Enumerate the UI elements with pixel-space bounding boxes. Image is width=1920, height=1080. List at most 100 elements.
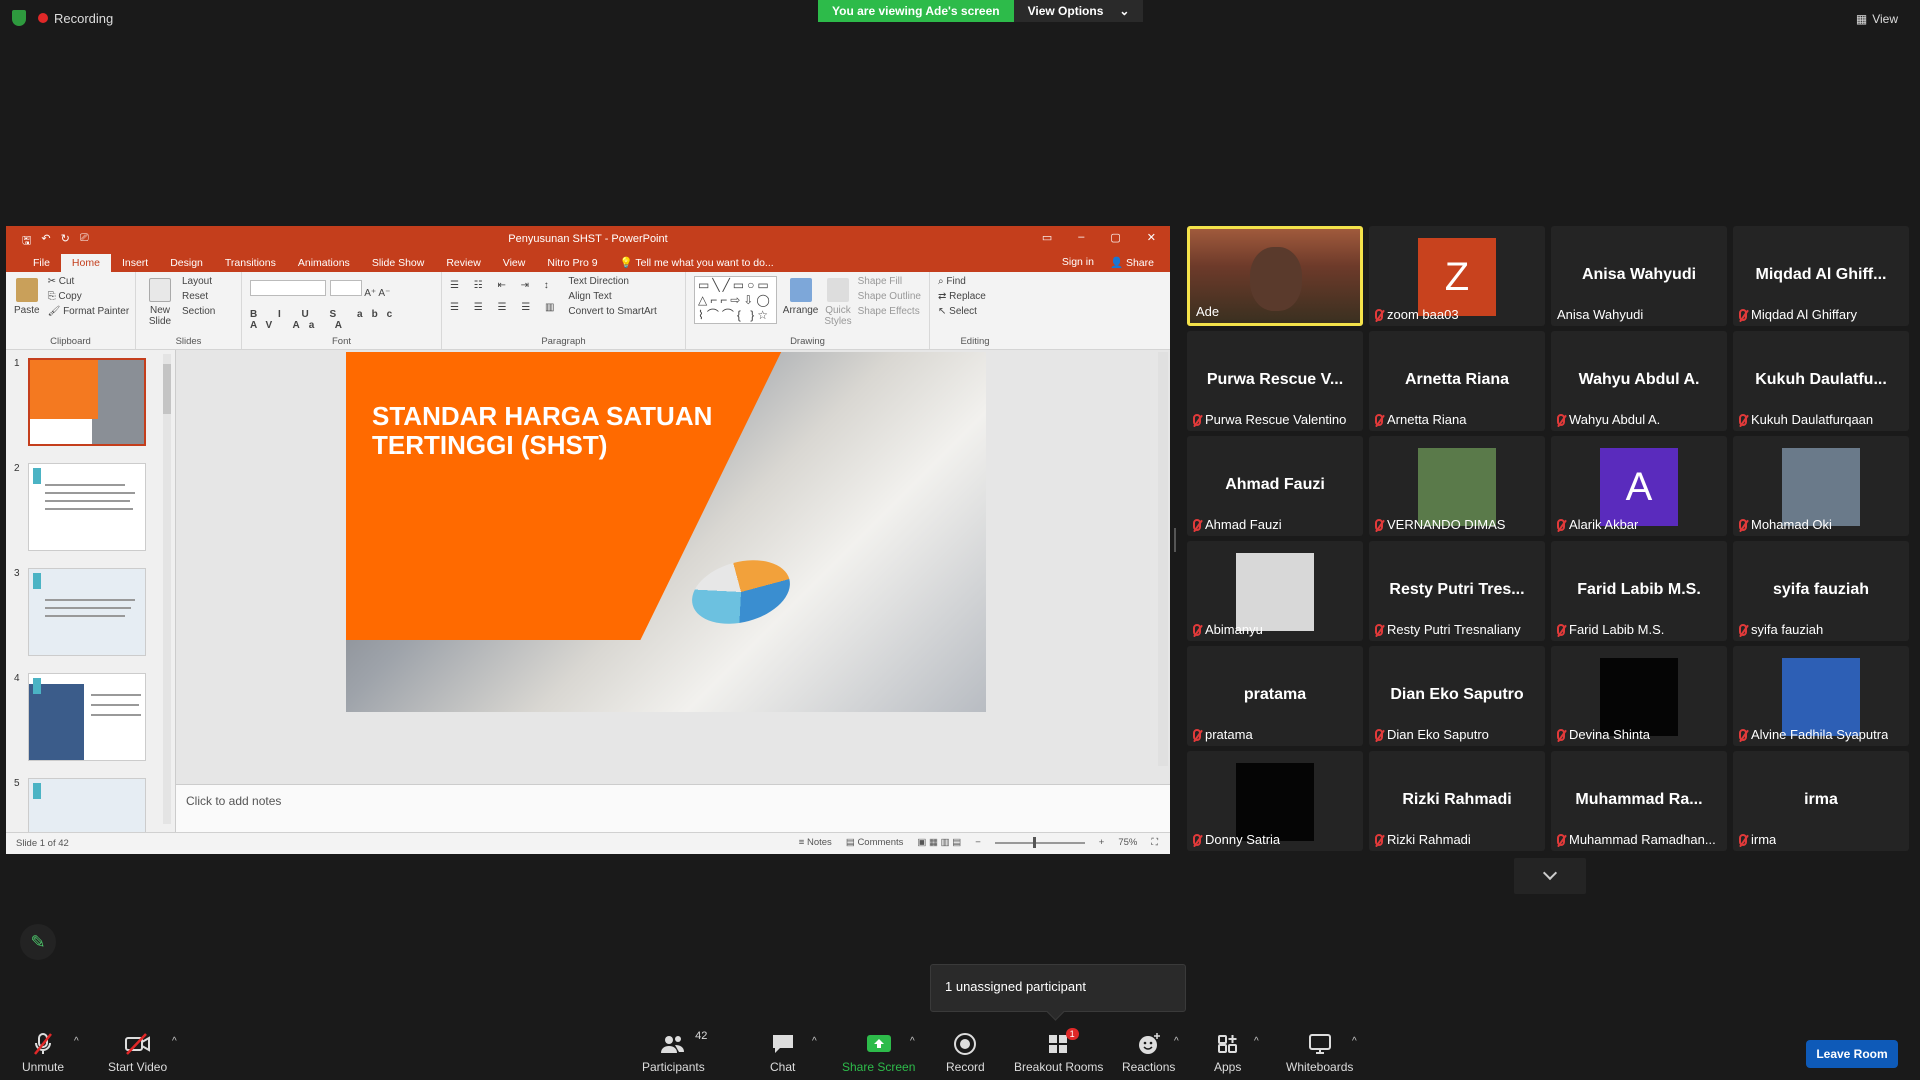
participant-tile[interactable]: VERNANDO DIMAS — [1369, 436, 1545, 536]
chat-button[interactable]: Chat — [770, 1032, 795, 1074]
close-icon[interactable]: ✕ — [1147, 231, 1156, 244]
tell-me-search[interactable]: 💡 Tell me what you want to do... — [609, 253, 785, 272]
fit-slide-icon[interactable]: ⛶ — [1151, 837, 1158, 848]
tab-file[interactable]: File — [22, 254, 61, 272]
apps-button[interactable]: Apps — [1214, 1032, 1241, 1074]
tab-slide-show[interactable]: Slide Show — [361, 254, 436, 272]
slide-thumbnail[interactable] — [27, 673, 146, 761]
tab-view[interactable]: View — [492, 254, 537, 272]
font-format-buttons[interactable]: B I U S abc AV Aa A — [250, 309, 433, 331]
chat-options-caret[interactable]: ^ — [812, 1036, 817, 1047]
participant-tile[interactable]: Wahyu Abdul A. Wahyu Abdul A. — [1551, 331, 1727, 431]
participant-tile[interactable]: Kukuh Daulatfu... Kukuh Daulatfurqaan — [1733, 331, 1909, 431]
scroll-thumb[interactable] — [163, 364, 171, 414]
thumbnail-row[interactable]: 1 — [6, 350, 175, 455]
shape-effects-button[interactable]: Shape Effects — [858, 306, 921, 317]
tab-insert[interactable]: Insert — [111, 254, 159, 272]
slide-thumbnail[interactable] — [27, 358, 146, 446]
participant-tile[interactable]: Ade — [1187, 226, 1363, 326]
slide-thumbnails-pane[interactable]: 1 2 3 4 5 — [6, 350, 176, 832]
participant-tile[interactable]: irma irma — [1733, 751, 1909, 851]
replace-button[interactable]: ⇄ Replace — [938, 291, 1012, 302]
find-button[interactable]: ⌕ Find — [938, 276, 1012, 287]
thumbnail-row[interactable]: 2 — [6, 455, 175, 560]
shape-fill-button[interactable]: Shape Fill — [858, 276, 921, 287]
notes-toggle[interactable]: ≡ Notes — [799, 837, 832, 848]
format-painter-button[interactable]: 🖌 Format Painter — [48, 306, 130, 317]
shared-screen-powerpoint[interactable]: 🖫 ↶ ↻ ⎚ Penyusunan SHST - PowerPoint ▭ –… — [6, 226, 1170, 854]
reactions-options-caret[interactable]: ^ — [1174, 1036, 1179, 1047]
ribbon-display-icon[interactable]: ▭ — [1042, 231, 1052, 244]
share-button[interactable]: 👤 Share — [1110, 256, 1154, 269]
tab-animations[interactable]: Animations — [287, 254, 361, 272]
font-size-field[interactable] — [330, 280, 362, 296]
slide-thumbnail[interactable] — [27, 778, 146, 832]
minimize-icon[interactable]: – — [1078, 231, 1084, 244]
thumbnail-row[interactable]: 5 — [6, 770, 175, 832]
annotate-pen-button[interactable]: ✎ — [20, 924, 56, 960]
reset-button[interactable]: Reset — [182, 291, 215, 302]
audio-options-caret[interactable]: ^ — [74, 1036, 79, 1047]
slide-title[interactable]: STANDAR HARGA SATUAN TERTINGGI (SHST) — [372, 402, 772, 459]
notes-pane[interactable]: Click to add notes — [176, 784, 1170, 832]
participant-tile[interactable]: Rizki Rahmadi Rizki Rahmadi — [1369, 751, 1545, 851]
section-button[interactable]: Section — [182, 306, 215, 317]
whiteboards-options-caret[interactable]: ^ — [1352, 1036, 1357, 1047]
select-button[interactable]: ↖ Select — [938, 306, 1012, 317]
unmute-button[interactable]: Unmute — [22, 1032, 64, 1074]
slide-thumbnail[interactable] — [27, 463, 146, 551]
participants-button[interactable]: 42 Participants — [642, 1030, 707, 1074]
zoom-in-icon[interactable]: + — [1099, 837, 1105, 848]
cut-button[interactable]: ✂ Cut — [48, 276, 130, 287]
participant-tile[interactable]: Anisa Wahyudi Anisa Wahyudi — [1551, 226, 1727, 326]
participant-tile[interactable]: Alvine Fadhila Syaputra — [1733, 646, 1909, 746]
comments-toggle[interactable]: ▤ Comments — [846, 837, 904, 848]
thumbnail-row[interactable]: 4 — [6, 665, 175, 770]
share-options-caret[interactable]: ^ — [910, 1036, 915, 1047]
convert-smartart-button[interactable]: Convert to SmartArt — [568, 306, 656, 317]
gallery-next-page-button[interactable] — [1514, 858, 1586, 894]
participant-tile[interactable]: Muhammad Ra... Muhammad Ramadhan... — [1551, 751, 1727, 851]
font-name-field[interactable] — [250, 280, 326, 296]
tab-home[interactable]: Home — [60, 254, 111, 272]
grow-font-icon[interactable]: A⁺ A⁻ — [364, 288, 390, 299]
record-button[interactable]: Record — [946, 1032, 985, 1074]
tab-design[interactable]: Design — [159, 254, 214, 272]
participant-tile[interactable]: Ahmad Fauzi Ahmad Fauzi — [1187, 436, 1363, 536]
zoom-out-icon[interactable]: − — [975, 837, 981, 848]
zoom-slider[interactable] — [994, 836, 1085, 848]
participant-tile[interactable]: Purwa Rescue V... Purwa Rescue Valentino — [1187, 331, 1363, 431]
copy-button[interactable]: ⎘ Copy — [48, 291, 130, 302]
view-buttons[interactable]: ▣ ▦ ▥ ▤ — [917, 837, 961, 848]
view-button[interactable]: ▦ View — [1856, 12, 1898, 26]
participant-tile[interactable]: syifa fauziah syifa fauziah — [1733, 541, 1909, 641]
video-options-caret[interactable]: ^ — [172, 1036, 177, 1047]
undo-icon[interactable]: ↶ — [41, 232, 50, 251]
thumbnail-scrollbar[interactable] — [163, 354, 171, 824]
shield-icon[interactable] — [12, 10, 26, 26]
participant-tile[interactable]: Resty Putri Tres... Resty Putri Tresnalia… — [1369, 541, 1545, 641]
participant-tile[interactable]: Donny Satria — [1187, 751, 1363, 851]
tab-transitions[interactable]: Transitions — [214, 254, 287, 272]
participant-tile[interactable]: Mohamad Oki — [1733, 436, 1909, 536]
participant-tile[interactable]: Abimanyu — [1187, 541, 1363, 641]
split-divider-handle[interactable] — [1174, 528, 1176, 552]
view-options-button[interactable]: View Options ⌄ — [1013, 0, 1144, 22]
editor-scrollbar[interactable] — [1158, 352, 1168, 766]
slide-thumbnail[interactable] — [27, 568, 146, 656]
start-video-button[interactable]: Start Video — [108, 1032, 167, 1074]
participant-tile[interactable]: Farid Labib M.S. Farid Labib M.S. — [1551, 541, 1727, 641]
slide-canvas[interactable]: STANDAR HARGA SATUAN TERTINGGI (SHST) — [346, 352, 986, 712]
recording-indicator[interactable]: Recording — [12, 10, 113, 26]
sign-in-link[interactable]: Sign in — [1062, 256, 1094, 269]
align-text-button[interactable]: Align Text — [568, 291, 656, 302]
shapes-gallery[interactable]: ▭╲╱▭○▭ △⌐⌐⇨⇩◯ ⌇⌒⌒{ }☆ — [694, 276, 777, 324]
shape-outline-button[interactable]: Shape Outline — [858, 291, 921, 302]
slide-editor[interactable]: STANDAR HARGA SATUAN TERTINGGI (SHST) Cl… — [176, 350, 1170, 832]
layout-button[interactable]: Layout — [182, 276, 215, 287]
thumbnail-row[interactable]: 3 — [6, 560, 175, 665]
apps-options-caret[interactable]: ^ — [1254, 1036, 1259, 1047]
participant-tile[interactable]: Dian Eko Saputro Dian Eko Saputro — [1369, 646, 1545, 746]
leave-room-button[interactable]: Leave Room — [1806, 1040, 1898, 1068]
share-screen-button[interactable]: Share Screen — [842, 1032, 915, 1074]
